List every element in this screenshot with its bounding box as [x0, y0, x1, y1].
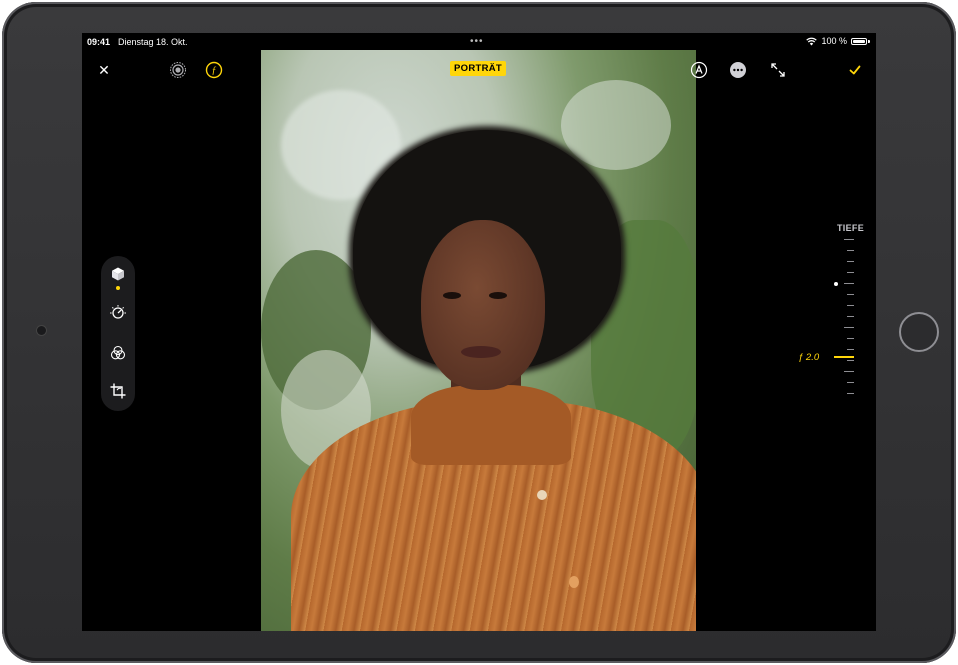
battery-percent: 100 % [821, 36, 847, 46]
multitasking-dots[interactable]: ••• [470, 36, 484, 47]
aperture-icon[interactable]: ƒ [204, 60, 224, 80]
status-bar: 09:41 Dienstag 18. Okt. ••• 100 % [82, 33, 876, 51]
depth-slider-tick [847, 250, 854, 251]
battery-tip [868, 39, 870, 43]
status-time: 09:41 [87, 37, 111, 47]
status-right: 100 % [806, 36, 870, 46]
battery-icon [851, 37, 867, 45]
depth-current-indicator [834, 356, 854, 358]
status-date: Dienstag 18. Okt. [118, 37, 188, 47]
depth-label: TIEFE [837, 223, 865, 233]
front-camera [37, 326, 46, 335]
depth-slider-tick [847, 294, 854, 295]
depth-slider-tick [847, 316, 854, 317]
home-button[interactable] [899, 312, 939, 352]
depth-slider[interactable] [834, 239, 858, 399]
depth-slider-tick [847, 393, 854, 394]
live-photo-icon[interactable] [168, 60, 188, 80]
edit-tool-bar [101, 256, 135, 411]
depth-slider-tick [847, 272, 854, 273]
depth-slider-tick [844, 327, 854, 328]
filters-icon[interactable] [108, 343, 128, 363]
wifi-icon [806, 37, 818, 45]
selected-tool-indicator [116, 286, 120, 290]
close-icon[interactable]: ✕ [95, 61, 113, 79]
depth-slider-tick [847, 349, 854, 350]
depth-slider-tick [847, 305, 854, 306]
crop-icon[interactable] [108, 381, 128, 401]
screen: 09:41 Dienstag 18. Okt. ••• 100 % ✕ ƒ PO… [82, 33, 876, 631]
portrait-mode-badge[interactable]: PORTRÄT [450, 61, 507, 76]
portrait-photo [261, 50, 696, 631]
expand-icon[interactable] [768, 60, 788, 80]
adjust-dial-icon[interactable] [108, 303, 128, 323]
depth-slider-tick [847, 382, 854, 383]
ipad-frame: 09:41 Dienstag 18. Okt. ••• 100 % ✕ ƒ PO… [0, 0, 958, 665]
portrait-lighting-cube-icon[interactable] [108, 264, 128, 284]
depth-slider-tick [844, 371, 854, 372]
depth-value: ƒ 2.0 [798, 352, 820, 363]
depth-slider-tick [847, 338, 854, 339]
depth-slider-tick [847, 261, 854, 262]
svg-text:ƒ: ƒ [212, 66, 217, 77]
more-icon[interactable] [728, 60, 748, 80]
depth-slider-tick [844, 239, 854, 240]
auto-enhance-icon[interactable] [689, 60, 709, 80]
depth-slider-tick [847, 360, 854, 361]
depth-default-dot [834, 282, 838, 286]
done-checkmark-icon[interactable] [846, 61, 864, 79]
depth-slider-tick [844, 283, 854, 284]
